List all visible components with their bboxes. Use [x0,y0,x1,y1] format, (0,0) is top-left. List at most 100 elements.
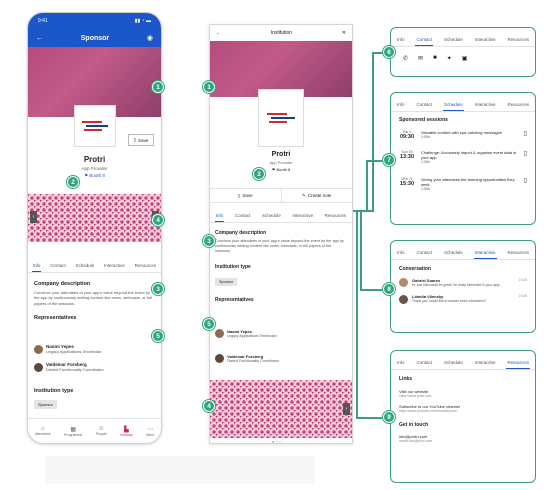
nav-industry[interactable]: ▙ Industry [120,426,132,437]
gallery-image[interactable] [28,194,161,242]
contact-panel: Info Contact Schedule Interactive Resour… [390,27,536,77]
booth-link[interactable]: ⚑ Booth 8 [28,173,161,179]
session-row[interactable]: Sun 15 13:30 Challenge: Accurately import… [391,144,535,171]
tab-info[interactable]: Info [214,210,225,222]
tab-schedule[interactable]: Schedule [443,357,464,369]
tab-info[interactable]: Info [396,357,406,369]
bottom-nav: ⌂ Attendees ▦ Programme ☺ People ▙ Industry … [28,418,161,443]
contact-item[interactable]: info@protri.com media.info@protri.com [399,434,527,443]
tab-contact[interactable]: Contact [415,247,433,259]
tab-info[interactable]: Info [31,260,42,272]
rep-item[interactable]: Valdemar Forsberg District Functionality … [215,354,279,364]
company-heading: Company description [215,230,267,236]
link-item[interactable]: Visit our website https://www.protri.com [399,389,527,398]
bookmark-icon[interactable]: ▯ [524,150,527,157]
tab-schedule[interactable]: Schedule [442,99,464,111]
screen-title: Institution [270,30,293,36]
tab-contact[interactable]: Contact [415,99,433,111]
company-text: Convince your attendees of your app's va… [215,239,344,254]
phone-icon[interactable]: ✆ [403,55,408,62]
callout-9: 9 [383,411,395,423]
institution-heading: Institution type [215,264,251,271]
save-button[interactable]: ▯ Save [128,134,154,146]
gallery-prev-icon[interactable]: ‹ [30,211,37,223]
session-row[interactable]: Sat 1 09:30 Valuable content with eye-cat… [391,126,535,144]
gallery-dots: ● ○ ○ [272,439,282,444]
gallery-image[interactable] [210,380,352,438]
company-text: Convince your attendees of your app's va… [34,290,152,306]
callout-3: 3 [152,283,164,295]
avatar [399,294,408,304]
panel-tabs: Info Contact Schedule Interactive Resour… [391,99,535,112]
company-logo [258,89,304,147]
twitter-icon[interactable]: ✦ [447,55,452,62]
app-bar: ← Sponsor ◉ [28,29,161,47]
tab-contact[interactable]: Contact [415,357,433,369]
tab-interactive[interactable]: Interactive [291,210,314,222]
avatar [215,354,224,364]
message-item[interactable]: Gabriel Soares 10:00 Hi, just that would b… [391,275,535,290]
tab-contact[interactable]: Contact [49,260,67,272]
avatar [215,329,224,339]
create-note-button[interactable]: ✎ Create note [282,189,353,202]
save-button[interactable]: ▯ Save [210,189,282,202]
nav-programme[interactable]: ▦ Programme [64,426,82,437]
gallery-next-icon[interactable]: › [343,403,350,415]
bookmark-icon: ▯ [237,192,241,198]
nav-people[interactable]: ☺ People [96,426,107,436]
tab-interactive[interactable]: Interactive [474,357,497,369]
tab-info[interactable]: Info [396,99,406,111]
message-item[interactable]: Lidmila Vilensky 10:25 Thank you, would li… [391,290,535,307]
rep-item[interactable]: Naomi Yepes Legacy Applications Technicia… [215,329,277,339]
linkedin-icon[interactable]: ▣ [462,55,468,62]
tab-interactive[interactable]: Interactive [474,34,497,46]
tab-interactive[interactable]: Interactive [474,99,497,111]
signal-icon: ▮▮ ◔ ▬ [134,18,151,24]
tab-schedule[interactable]: Schedule [443,247,464,259]
profile-icon[interactable]: ◉ [147,34,153,42]
back-arrow-icon[interactable]: ← [36,35,43,42]
avatar [34,362,43,372]
mail-icon[interactable]: ✉ [418,55,423,62]
tab-resources[interactable]: Resources [506,99,530,111]
status-bar: 9:41 ▮▮ ◔ ▬ [28,13,161,29]
tab-info[interactable]: Info [396,34,406,46]
tab-resources[interactable]: Resources [506,34,530,46]
session-row[interactable]: Mon 11 15:30 Giving your attendees the le… [391,171,535,198]
booth-link[interactable]: ⚑ Booth 8 [210,167,352,172]
tab-resources[interactable]: Resources [324,210,348,222]
rep-item[interactable]: Valdemar Forsberg District Functionality … [34,362,104,372]
avatar [399,278,408,288]
facebook-icon[interactable]: ■ [433,55,437,62]
note-icon: ✎ [302,192,306,198]
tab-resources[interactable]: Resources [134,260,158,272]
location-pin-icon: ⚑ [271,167,276,172]
callout-1: 1 [152,81,164,93]
tab-contact[interactable]: Contact [415,34,433,46]
close-icon[interactable]: ✕ [342,30,346,36]
panel-tabs: Info Contact Schedule Interactive Resour… [391,247,535,260]
tab-contact[interactable]: Contact [234,210,252,222]
nav-attendees[interactable]: ⌂ Attendees [35,426,51,436]
bookmark-icon[interactable]: ▯ [524,177,527,184]
institution-chip: Sponsor [215,278,238,287]
tab-schedule[interactable]: Schedule [74,260,95,272]
more-icon: ⋯ [147,426,154,433]
tab-interactive[interactable]: Interactive [103,260,126,272]
calendar-icon: ▦ [70,426,77,433]
nav-more[interactable]: ⋯ More [146,426,154,437]
panel-tabs: Info Contact Schedule Interactive Resour… [391,357,535,370]
tab-schedule[interactable]: Schedule [443,34,464,46]
caption-placeholder [45,456,315,484]
tab-info[interactable]: Info [396,247,406,259]
rep-item[interactable]: Naomi Yepes Legacy Applications Technicia… [34,344,101,354]
tab-resources[interactable]: Resources [506,247,530,259]
callout-8: 8 [383,283,395,295]
tab-schedule[interactable]: Schedule [261,210,282,222]
tab-resources[interactable]: Resources [506,357,530,369]
link-item[interactable]: Subscribe to our YouTube channel https://… [399,404,527,413]
bookmark-icon[interactable]: ▯ [524,130,527,137]
tab-interactive[interactable]: Interactive [473,247,497,259]
back-arrow-icon[interactable]: ← [216,30,221,36]
profile-tabs: Info Contact Schedule Interactive Resour… [28,260,161,273]
